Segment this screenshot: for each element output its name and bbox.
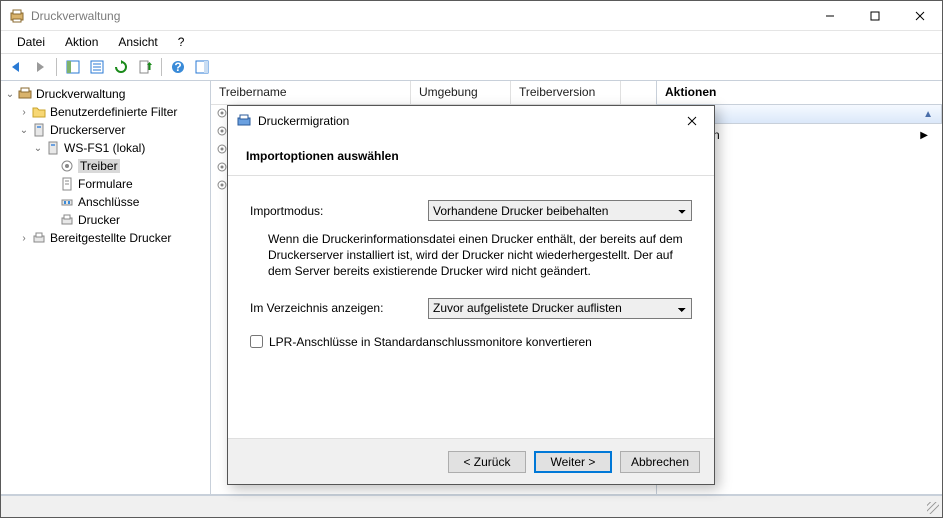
actions-header: Aktionen (657, 81, 942, 105)
expander-icon[interactable]: › (17, 233, 31, 244)
directory-select[interactable]: Zuvor aufgelistete Drucker auflisten (428, 298, 692, 319)
import-mode-label: Importmodus: (250, 204, 428, 218)
export-list-icon[interactable] (134, 56, 156, 78)
refresh-icon[interactable] (110, 56, 132, 78)
maximize-button[interactable] (852, 1, 897, 30)
tree-label: WS-FS1 (lokal) (64, 141, 145, 155)
back-button[interactable]: < Zurück (448, 451, 526, 473)
show-hide-tree-icon[interactable] (62, 56, 84, 78)
printer-icon (59, 212, 75, 228)
toolbar: ? (1, 53, 942, 81)
minimize-button[interactable] (807, 1, 852, 30)
tree-printers[interactable]: Drucker (3, 211, 208, 229)
dialog-heading: Importoptionen auswählen (228, 136, 714, 176)
port-icon (59, 194, 75, 210)
tree-drivers[interactable]: Treiber (3, 157, 208, 175)
tree-label: Drucker (78, 213, 120, 227)
expander-icon[interactable]: ⌄ (31, 143, 45, 154)
titlebar: Druckverwaltung (1, 1, 942, 31)
main-window: Druckverwaltung Datei Aktion Ansicht ? ?… (0, 0, 943, 518)
tree-label: Treiber (78, 159, 120, 173)
lpr-convert-label: LPR-Anschlüsse in Standardanschlussmonit… (269, 335, 592, 349)
show-hide-action-pane-icon[interactable] (191, 56, 213, 78)
printer-migration-icon (236, 113, 252, 129)
tree-pane[interactable]: ⌄ Druckverwaltung › Benutzerdefinierte F… (1, 81, 211, 494)
import-mode-description: Wenn die Druckerinformationsdatei einen … (250, 229, 692, 298)
window-title: Druckverwaltung (31, 9, 120, 23)
tree-label: Anschlüsse (78, 195, 139, 209)
directory-label: Im Verzeichnis anzeigen: (250, 301, 428, 315)
folder-filter-icon (31, 104, 47, 120)
column-driver-version[interactable]: Treiberversion (511, 81, 621, 104)
tree-root[interactable]: ⌄ Druckverwaltung (3, 85, 208, 103)
dialog-footer: < Zurück Weiter > Abbrechen (228, 438, 714, 484)
tree-label: Formulare (78, 177, 133, 191)
tree-ports[interactable]: Anschlüsse (3, 193, 208, 211)
tree-label: Benutzerdefinierte Filter (50, 105, 177, 119)
column-driver-name[interactable]: Treibername (211, 81, 411, 104)
tree-label: Druckerserver (50, 123, 125, 137)
tree-label: Druckverwaltung (36, 87, 125, 101)
chevron-right-icon: ▶ (920, 130, 928, 141)
expander-icon[interactable]: › (17, 107, 31, 118)
statusbar (1, 495, 942, 517)
printmgmt-icon (17, 86, 33, 102)
app-icon (9, 8, 25, 24)
server-icon (31, 122, 47, 138)
column-headers: Treibername Umgebung Treiberversion (211, 81, 656, 105)
forward-icon[interactable] (29, 56, 51, 78)
next-button[interactable]: Weiter > (534, 451, 612, 473)
form-icon (59, 176, 75, 192)
expander-icon[interactable]: ⌄ (3, 89, 17, 100)
tree-forms[interactable]: Formulare (3, 175, 208, 193)
server-local-icon (45, 140, 61, 156)
dialog-body: Importmodus: Vorhandene Drucker beibehal… (228, 176, 714, 438)
svg-text:?: ? (174, 60, 181, 74)
printer-migration-dialog: Druckermigration Importoptionen auswähle… (227, 105, 715, 485)
tree-print-servers[interactable]: ⌄ Druckerserver (3, 121, 208, 139)
driver-icon (59, 158, 75, 174)
tree-server[interactable]: ⌄ WS-FS1 (lokal) (3, 139, 208, 157)
menu-help[interactable]: ? (170, 33, 193, 51)
cancel-button[interactable]: Abbrechen (620, 451, 700, 473)
printer-icon (31, 230, 47, 246)
tree-deployed-printers[interactable]: › Bereitgestellte Drucker (3, 229, 208, 247)
menubar: Datei Aktion Ansicht ? (1, 31, 942, 53)
close-button[interactable] (897, 1, 942, 30)
tree-custom-filters[interactable]: › Benutzerdefinierte Filter (3, 103, 208, 121)
column-environment[interactable]: Umgebung (411, 81, 511, 104)
properties-icon[interactable] (86, 56, 108, 78)
dialog-title: Druckermigration (258, 114, 349, 128)
menu-action[interactable]: Aktion (57, 33, 106, 51)
import-mode-select[interactable]: Vorhandene Drucker beibehalten (428, 200, 692, 221)
tree-label: Bereitgestellte Drucker (50, 231, 171, 245)
collapse-up-icon: ▲ (923, 109, 933, 120)
back-icon[interactable] (5, 56, 27, 78)
dialog-close-button[interactable] (670, 106, 714, 136)
help-icon[interactable]: ? (167, 56, 189, 78)
dialog-titlebar: Druckermigration (228, 106, 714, 136)
lpr-convert-checkbox[interactable] (250, 335, 263, 348)
menu-file[interactable]: Datei (9, 33, 53, 51)
expander-icon[interactable]: ⌄ (17, 125, 31, 136)
menu-view[interactable]: Ansicht (110, 33, 165, 51)
